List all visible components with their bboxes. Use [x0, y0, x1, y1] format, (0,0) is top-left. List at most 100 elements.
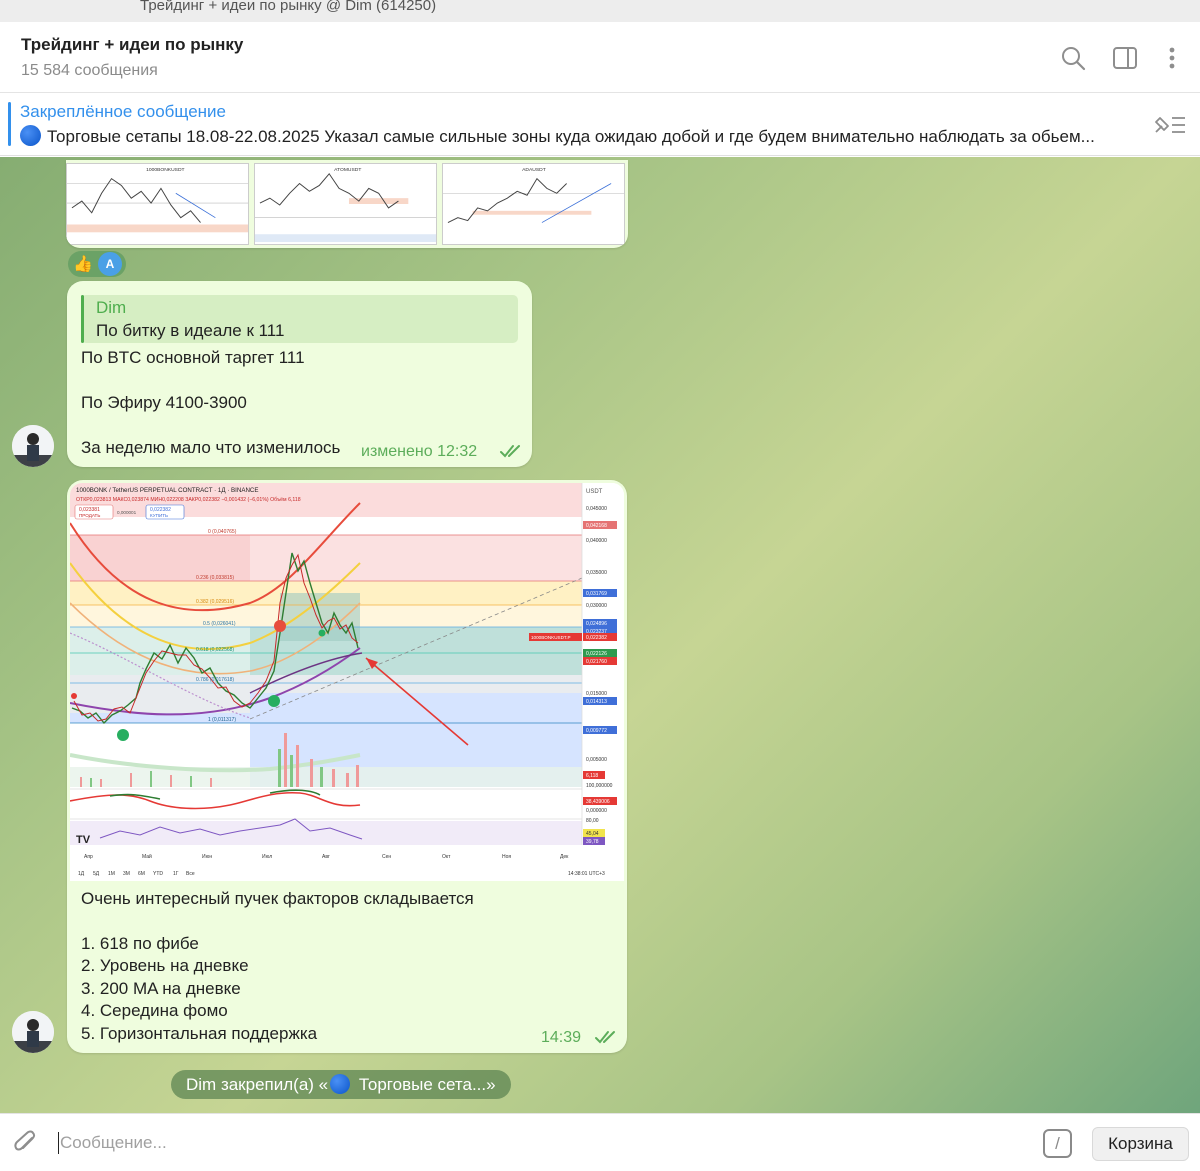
fib-label: 1 (0,011317): [208, 717, 236, 723]
search-icon[interactable]: [1059, 44, 1087, 72]
avatar[interactable]: [12, 425, 54, 467]
month-label: Май: [142, 853, 152, 860]
price-label: 0,030000: [586, 603, 607, 609]
chart-screenshot[interactable]: USDT 0,045000 0,042168 0,040000 0,035000…: [70, 483, 624, 881]
pinned-accent-bar: [8, 102, 11, 146]
message-line: По BTC основной таргет 111: [81, 348, 305, 367]
chat-header[interactable]: Трейдинг + идеи по рынку 15 584 сообщени…: [0, 22, 1200, 93]
sidebar-toggle-icon[interactable]: [1111, 44, 1139, 72]
service-text-start: Dim закрепил(а) «: [186, 1075, 329, 1094]
month-label: Сен: [382, 854, 391, 860]
message-line: Очень интересный пучек факторов складыва…: [81, 889, 474, 908]
month-label: Июл: [262, 854, 272, 860]
reply-accent-bar: [81, 295, 84, 343]
chat-member-count: 15 584 сообщения: [21, 62, 158, 79]
list-item: 1. 618 по фибе: [81, 934, 199, 953]
range-button[interactable]: 1Г: [173, 871, 179, 877]
range-button[interactable]: 1Д: [78, 871, 85, 877]
fib-label: 0 (0,040765): [208, 529, 237, 535]
text-cursor: [58, 1132, 59, 1154]
price-label: 0,045000: [586, 506, 607, 512]
month-label: Окт: [442, 854, 451, 860]
avatar[interactable]: [12, 1011, 54, 1053]
chart-symbol-tag: 1000BONKUSDT.P: [531, 635, 571, 640]
bot-command-button[interactable]: /: [1043, 1129, 1072, 1158]
message-bubble[interactable]: USDT 0,045000 0,042168 0,040000 0,035000…: [67, 480, 627, 1053]
message-edited-time: изменено 12:32: [361, 443, 478, 460]
window-title: Трейдинг + идеи по рынку @ Dim (614250): [140, 0, 437, 14]
list-item: 5. Горизонтальная поддержка: [81, 1024, 318, 1043]
price-label: 0,000000: [586, 808, 607, 814]
svg-text:TV: TV: [76, 834, 91, 846]
trash-tooltip: Корзина: [1092, 1127, 1189, 1161]
thumbnail-label: ADAUSDT: [522, 167, 546, 173]
list-item: 3. 200 MA на дневке: [81, 979, 241, 998]
price-label: 0,009772: [586, 728, 607, 734]
double-check-icon: [594, 1029, 620, 1050]
month-label: Апр: [84, 854, 93, 860]
reaction-pill[interactable]: 👍 A: [68, 251, 126, 277]
photo-album-message[interactable]: 1000BONKUSDT ATOMUSDT ADAUSDT: [66, 160, 628, 248]
chat-history[interactable]: 1000BONKUSDT ATOMUSDT ADAUSDT �: [0, 157, 1200, 1113]
price-label: 0,042168: [586, 523, 607, 529]
price-label: 0,014313: [586, 699, 607, 705]
fib-label: 0.236 (0,033815): [196, 575, 234, 581]
reply-text: По битку в идеале к 111: [96, 321, 285, 340]
price-label: 0,035000: [586, 570, 607, 576]
range-button[interactable]: YTD: [153, 871, 163, 877]
pinned-list-icon[interactable]: [1152, 112, 1188, 143]
price-label: 6,118: [586, 773, 598, 779]
pinned-text-content: Торговые сетапы 18.08-22.08.2025 Указал …: [47, 127, 1095, 146]
thumbs-up-icon: 👍: [73, 256, 93, 273]
window-titlebar: Трейдинг + идеи по рынку @ Dim (614250): [0, 0, 1200, 22]
attach-icon[interactable]: [12, 1129, 40, 1162]
chart-ohlc: ОТКР0,023813 МАКС0,023874 МИН0,022208 ЗА…: [76, 497, 301, 503]
fib-label: 0.618 (0,022568): [196, 647, 234, 653]
buy-label[interactable]: КУПИТЬ: [150, 513, 168, 518]
chart-thumbnail[interactable]: ADAUSDT: [442, 163, 625, 245]
price-label: 0,015000: [586, 691, 607, 697]
more-vertical-icon[interactable]: [1158, 44, 1186, 72]
list-item: 2. Уровень на дневке: [81, 956, 249, 975]
price-label: 0,022382: [586, 635, 607, 641]
price-label: 39,78: [586, 839, 599, 845]
message-composer: / Корзина: [0, 1113, 1200, 1171]
price-label: 0,024896: [586, 621, 607, 627]
price-label: 0,031769: [586, 591, 607, 597]
month-label: Дек: [560, 854, 569, 860]
range-button[interactable]: 5Д: [93, 871, 100, 877]
chart-currency: USDT: [586, 489, 603, 495]
month-label: Июн: [202, 854, 212, 860]
message-time: 14:39: [541, 1029, 582, 1046]
chart-thumbnail[interactable]: ATOMUSDT: [254, 163, 437, 245]
price-label: 0,021760: [586, 659, 607, 665]
chat-title[interactable]: Трейдинг + идеи по рынку: [21, 35, 243, 55]
pinned-text: Торговые сетапы 18.08-22.08.2025 Указал …: [20, 125, 1095, 147]
fib-label: 0.5 (0,026041): [203, 621, 236, 627]
reactor-avatar: A: [98, 252, 122, 276]
chart-header: 1000BONK / TetherUS PERPETUAL CONTRACT ·…: [76, 487, 259, 494]
price-label: 80,00: [586, 818, 599, 824]
price-label: 0,040000: [586, 538, 607, 544]
reply-quote[interactable]: Dim По битку в идеале к 111: [81, 295, 518, 343]
price-label: 100,000000: [586, 783, 613, 789]
chart-thumbnail[interactable]: 1000BONKUSDT: [66, 163, 249, 245]
price-label: 45,04: [586, 831, 599, 837]
range-button[interactable]: 1М: [108, 871, 115, 877]
blue-circle-emoji: [330, 1074, 351, 1094]
month-label: Ноя: [502, 854, 511, 860]
range-button[interactable]: 3М: [123, 871, 130, 877]
thumbnail-label: ATOMUSDT: [334, 167, 361, 173]
range-button[interactable]: Все: [186, 871, 195, 877]
range-button[interactable]: 6М: [138, 871, 145, 877]
thumbnail-label: 1000BONKUSDT: [146, 167, 184, 173]
message-bubble[interactable]: Dim По битку в идеале к 111 По BTC основ…: [67, 281, 532, 467]
chart-timestamp: 14:38:01 UTC+3: [568, 871, 605, 877]
pinned-message-bar[interactable]: Закреплённое сообщение Торговые сетапы 1…: [0, 94, 1200, 156]
message-input[interactable]: [60, 1131, 1020, 1155]
price-label: 0,005000: [586, 757, 607, 763]
message-line: По Эфиру 4100-3900: [81, 393, 247, 412]
blue-circle-emoji: [20, 125, 41, 146]
sell-label[interactable]: ПРОДАТЬ: [79, 513, 100, 518]
service-message-pinned[interactable]: Dim закрепил(а) « Торговые сета...»: [171, 1070, 511, 1099]
